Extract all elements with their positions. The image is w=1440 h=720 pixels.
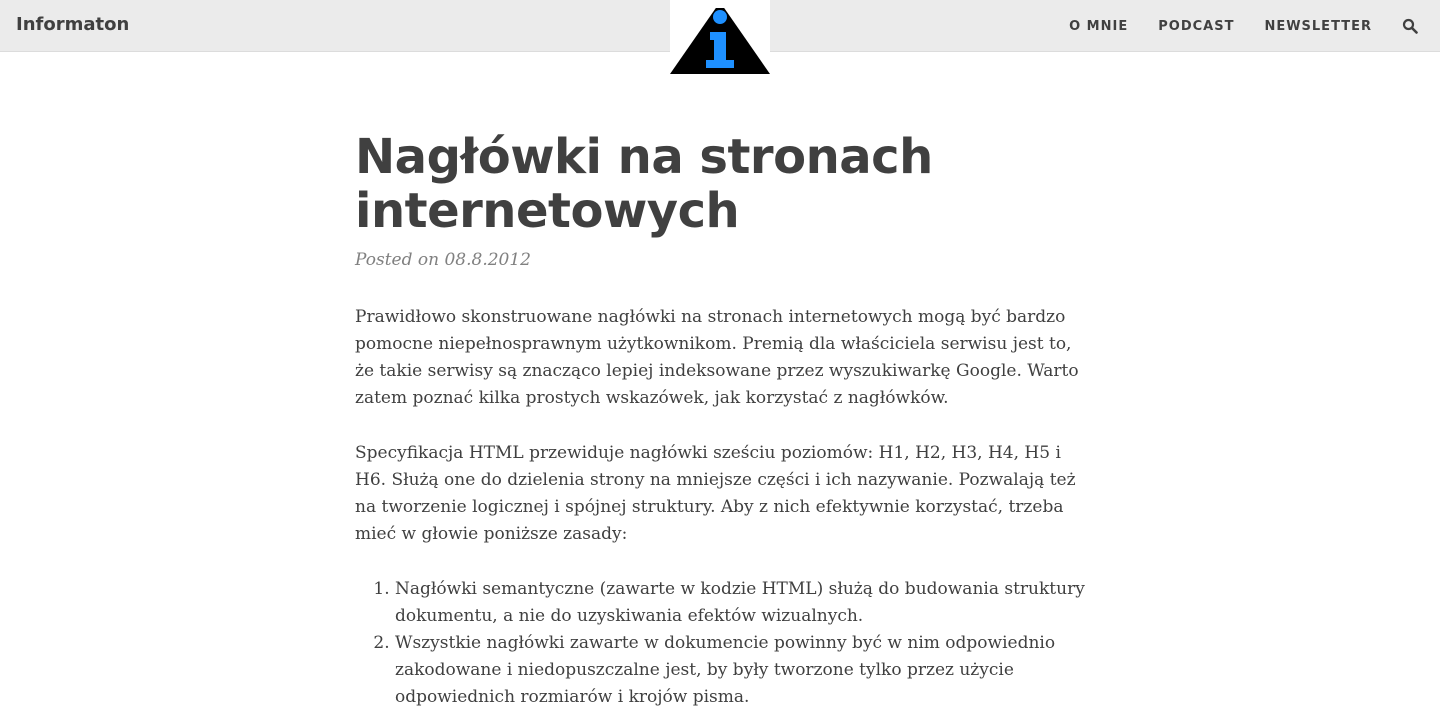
- nav-link-newsletter[interactable]: NEWSLETTER: [1264, 19, 1372, 34]
- list-item: Nagłówki semantyczne (zawarte w kodzie H…: [395, 576, 1085, 630]
- brand-link[interactable]: Informaton: [16, 14, 129, 35]
- list-item: Wszystkie nagłówki zawarte w dokumencie …: [395, 630, 1085, 711]
- main-nav: O MNIE PODCAST NEWSLETTER: [1039, 18, 1418, 34]
- nav-link-o-mnie[interactable]: O MNIE: [1069, 19, 1128, 34]
- navbar: Informaton O MNIE PODCAST NEWSLETTER: [0, 0, 1440, 76]
- nav-link-podcast[interactable]: PODCAST: [1158, 19, 1234, 34]
- info-triangle-logo-icon: [670, 0, 770, 74]
- search-icon[interactable]: [1402, 18, 1418, 34]
- paragraph: Prawidłowo skonstruowane nagłówki na str…: [355, 307, 1079, 408]
- paragraph: Specyfikacja HTML przewiduje nagłówki sz…: [355, 443, 1076, 544]
- post-meta: Posted on 08.8.2012: [355, 250, 531, 270]
- ordered-list: Nagłówki semantyczne (zawarte w kodzie H…: [355, 576, 1085, 711]
- post-title: Nagłówki na stronach internetowych: [355, 129, 933, 239]
- site-logo[interactable]: [670, 0, 770, 76]
- post-content: Prawidłowo skonstruowane nagłówki na str…: [355, 304, 1085, 711]
- article: Nagłówki na stronach internetowych Poste…: [355, 130, 1085, 711]
